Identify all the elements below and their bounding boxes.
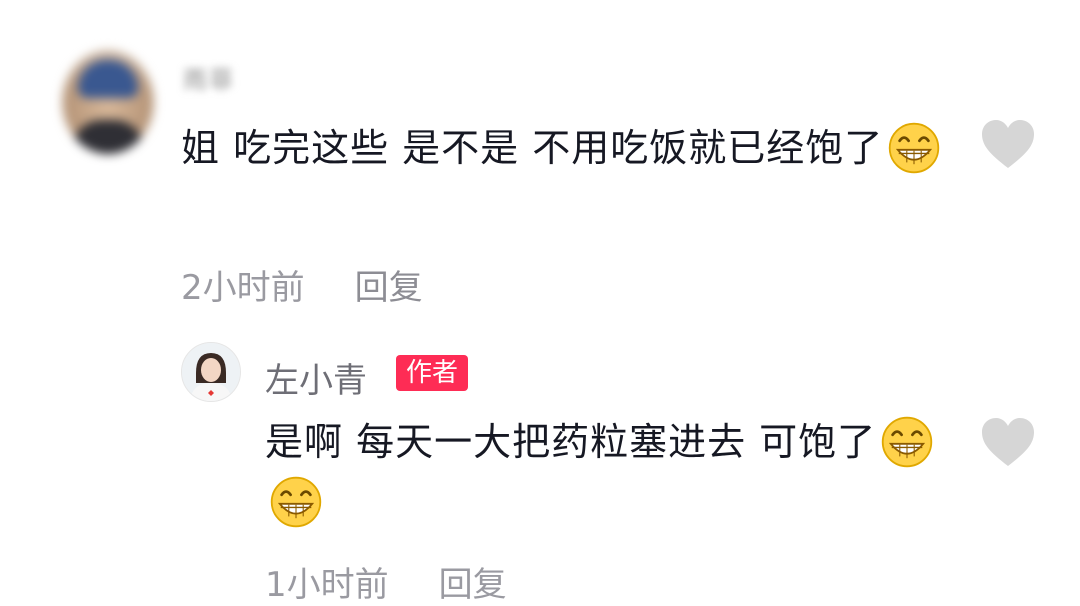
comment-text: 姐 吃完这些 是不是 不用吃饭就已经饱了: [181, 118, 951, 178]
reply-timestamp: 1小时前: [265, 565, 389, 605]
reply-button[interactable]: 回复: [355, 260, 423, 309]
grin-emoji-icon: [270, 476, 322, 528]
author-badge: 作者: [396, 355, 469, 391]
grin-emoji-icon: [889, 122, 940, 174]
commenter-name[interactable]: 雨菲: [183, 60, 235, 95]
reply-author-name[interactable]: 左小青: [265, 353, 367, 402]
reply-meta: 1小时前 回复: [265, 557, 507, 606]
reply-author-avatar[interactable]: [181, 342, 241, 402]
reply-like-heart-icon[interactable]: [980, 416, 1036, 468]
grin-emoji-icon: [881, 416, 933, 468]
comment-timestamp: 2小时前: [181, 268, 305, 308]
like-heart-icon[interactable]: [980, 118, 1036, 170]
reply-text: 是啊 每天一大把药粒塞进去 可饱了: [265, 412, 965, 532]
comment-meta: 2小时前 回复: [181, 260, 423, 309]
reply-reply-button[interactable]: 回复: [439, 565, 507, 605]
commenter-avatar[interactable]: [62, 50, 154, 154]
